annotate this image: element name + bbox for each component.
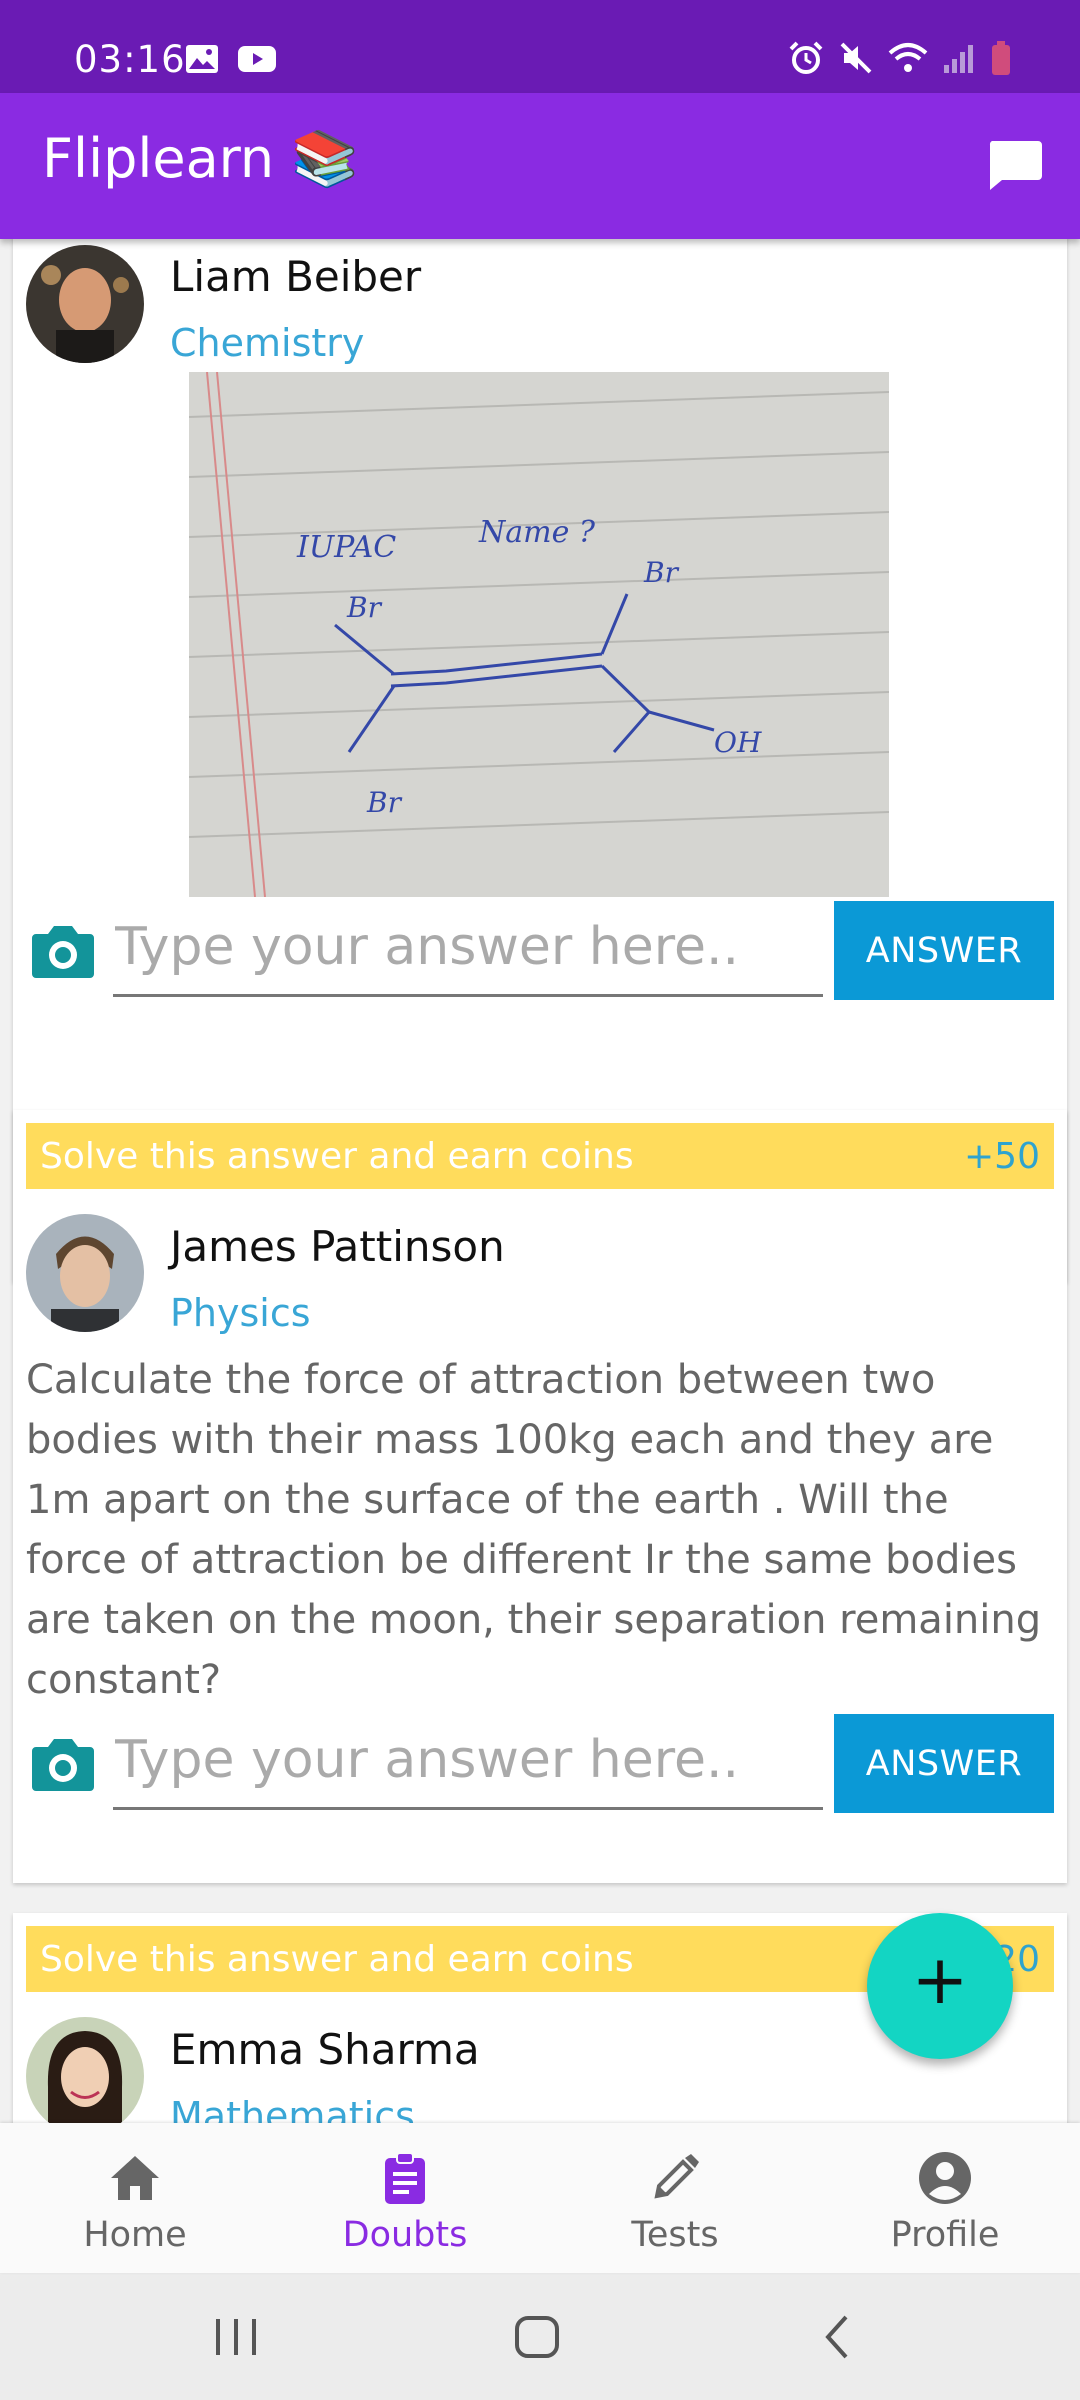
coin-reward: +50 bbox=[964, 1136, 1040, 1177]
nav-item-home[interactable]: Home bbox=[0, 2123, 270, 2273]
svg-text:Br: Br bbox=[643, 556, 680, 589]
user-name: Liam Beiber bbox=[170, 252, 422, 301]
bottom-nav: Home Doubts Tests Profile bbox=[0, 2123, 1080, 2273]
plus-icon: + bbox=[911, 1941, 969, 2020]
home-icon bbox=[111, 2156, 159, 2200]
signal-icon bbox=[944, 45, 973, 73]
subject-label: Physics bbox=[170, 1291, 311, 1335]
question-text: Calculate the force of attraction betwee… bbox=[26, 1357, 1042, 1703]
app-title: Fliplearn 📚 bbox=[42, 127, 359, 190]
nav-label: Doubts bbox=[342, 2215, 468, 2255]
system-nav-bar bbox=[0, 2273, 1080, 2400]
nav-item-tests[interactable]: Tests bbox=[540, 2123, 810, 2273]
wifi-icon bbox=[888, 43, 928, 72]
status-bar: 03:16 bbox=[0, 0, 1080, 93]
doubt-image[interactable]: IUPAC Name ? Br Br Br OH bbox=[189, 372, 889, 897]
doubts-feed[interactable]: Liam Beiber Chemistry IUPAC Name ? Br Br… bbox=[0, 239, 1080, 2123]
doubt-card: Solve this answer and earn coins +50 Jam… bbox=[13, 1110, 1067, 1883]
mute-icon bbox=[840, 42, 872, 74]
svg-text:Name ?: Name ? bbox=[478, 515, 596, 550]
camera-icon[interactable] bbox=[30, 922, 96, 980]
earn-coins-text: Solve this answer and earn coins bbox=[40, 1136, 634, 1177]
chat-icon[interactable] bbox=[986, 136, 1044, 194]
svg-text:OH: OH bbox=[714, 726, 762, 759]
camera-icon[interactable] bbox=[30, 1735, 96, 1793]
youtube-icon bbox=[238, 46, 276, 72]
status-time: 03:16 bbox=[74, 38, 186, 81]
subject-label: Chemistry bbox=[170, 321, 365, 365]
earn-coins-banner: Solve this answer and earn coins +50 bbox=[26, 1123, 1054, 1189]
nav-label: Tests bbox=[631, 2215, 719, 2255]
avatar[interactable] bbox=[26, 2017, 144, 2123]
gallery-icon bbox=[186, 45, 218, 73]
avatar[interactable] bbox=[26, 1214, 144, 1332]
avatar[interactable] bbox=[26, 245, 144, 363]
svg-text:Br: Br bbox=[366, 786, 403, 819]
answer-input[interactable] bbox=[113, 1712, 823, 1810]
recent-apps-icon[interactable] bbox=[210, 2315, 262, 2359]
clipboard-icon bbox=[385, 2152, 425, 2204]
battery-icon bbox=[992, 41, 1010, 75]
alarm-icon bbox=[789, 41, 823, 74]
user-name: Emma Sharma bbox=[170, 2025, 480, 2074]
nav-item-doubts[interactable]: Doubts bbox=[270, 2123, 540, 2273]
back-icon[interactable] bbox=[820, 2313, 856, 2361]
subject-label: Mathematics bbox=[170, 2094, 415, 2123]
nav-label: Home bbox=[83, 2215, 187, 2255]
nav-label: Profile bbox=[890, 2215, 1000, 2255]
answer-button[interactable]: ANSWER bbox=[834, 901, 1054, 1000]
svg-text:Br: Br bbox=[346, 591, 383, 624]
answer-button[interactable]: ANSWER bbox=[834, 1714, 1054, 1813]
app-bar: Fliplearn 📚 bbox=[0, 93, 1080, 239]
account-circle-icon bbox=[919, 2152, 971, 2204]
pencil-icon bbox=[654, 2154, 699, 2199]
user-name: James Pattinson bbox=[170, 1222, 505, 1271]
earn-coins-text: Solve this answer and earn coins bbox=[40, 1939, 634, 1980]
home-button-icon[interactable] bbox=[512, 2313, 562, 2361]
answer-input[interactable] bbox=[113, 899, 823, 997]
add-doubt-button[interactable]: + bbox=[867, 1913, 1013, 2059]
svg-text:IUPAC: IUPAC bbox=[296, 530, 396, 565]
nav-item-profile[interactable]: Profile bbox=[810, 2123, 1080, 2273]
